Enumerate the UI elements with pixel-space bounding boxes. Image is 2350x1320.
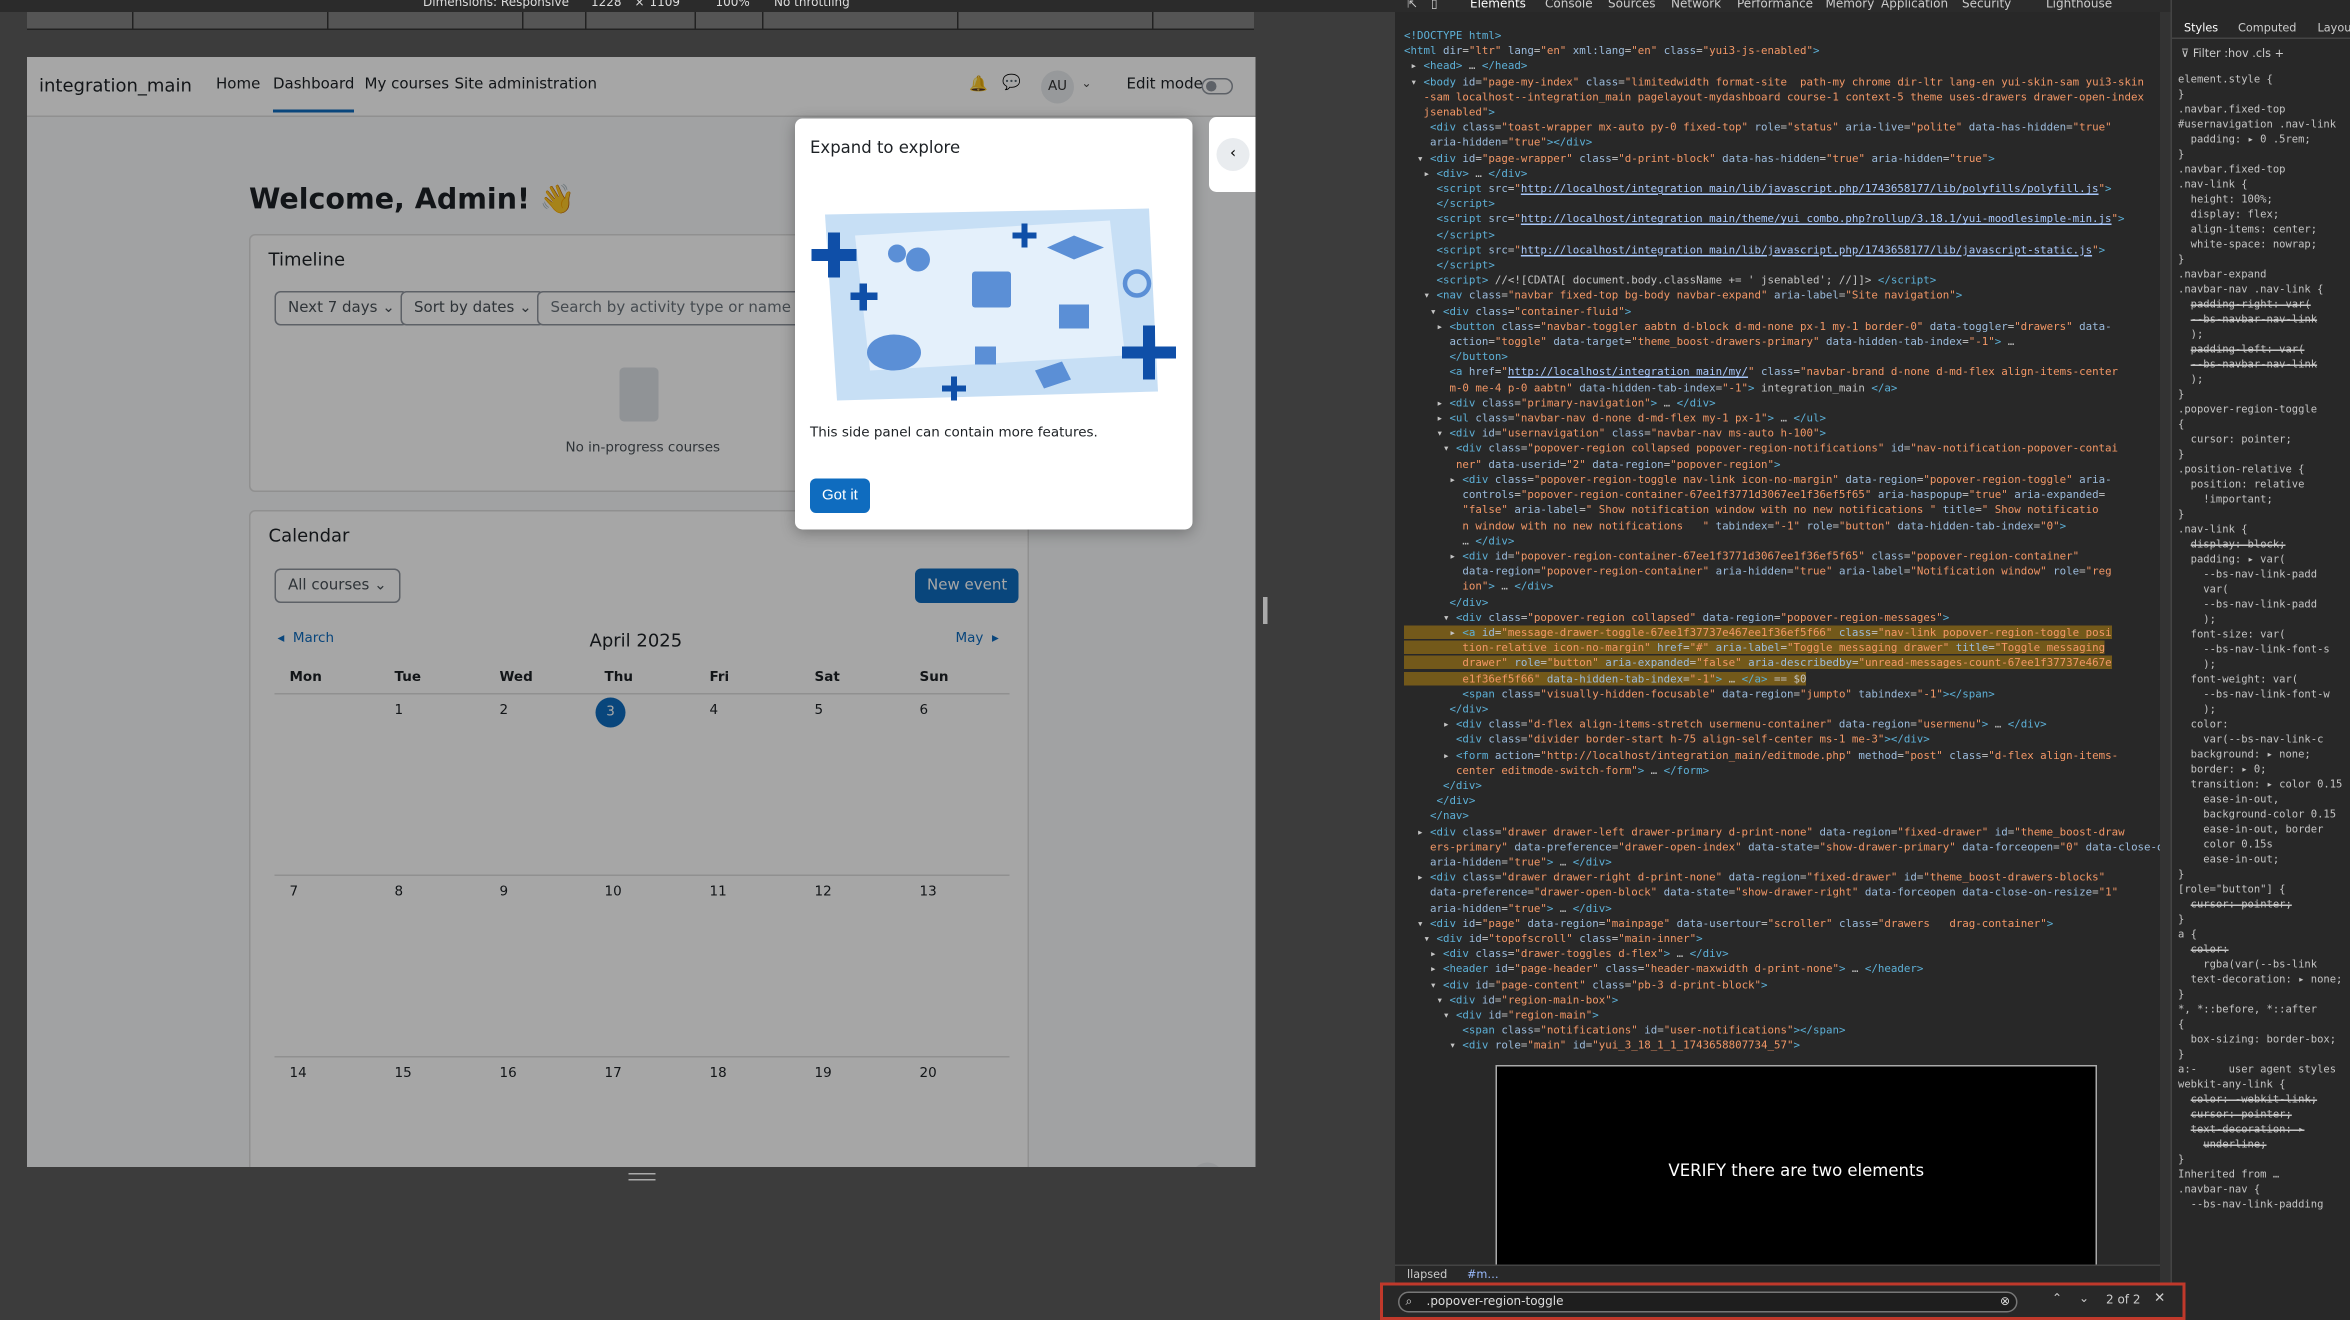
prev-match-icon[interactable]: ⌃ [2052, 1292, 2062, 1306]
tour-popover: Expand to explore This side panel can co… [795, 118, 1193, 530]
verify-overlay: VERIFY there are two elements [1495, 1065, 2097, 1275]
dom-tree: <!DOCTYPE html> <html dir="ltr" lang="en… [1404, 28, 2160, 1053]
popover-title: Expand to explore [810, 138, 961, 158]
tab-console[interactable]: Console [1545, 0, 1593, 11]
drawer-toggle[interactable]: ‹ [1209, 117, 1256, 192]
chevron-left-icon[interactable]: ‹ [1216, 138, 1250, 171]
inspect-icon[interactable]: ⇱ [1407, 0, 1417, 11]
explore-illustration [811, 208, 1176, 401]
dom-search-bar: ⌕ .popover-region-toggle ⊗ ⌃ ⌄ 2 of 2 ✕ [1380, 1282, 2186, 1320]
close-icon[interactable]: ✕ [2154, 1292, 2165, 1307]
tab-sources[interactable]: Sources [1608, 0, 1655, 11]
zoom-select[interactable]: 100% [716, 0, 750, 9]
dom-search-input[interactable]: ⌕ .popover-region-toggle ⊗ [1398, 1291, 2018, 1313]
resize-handle-bottom[interactable] [628, 1173, 656, 1181]
search-icon: ⌕ [1405, 1294, 1413, 1309]
tab-application[interactable]: Application [1881, 0, 1948, 11]
breadcrumb-item[interactable]: llapsed [1407, 1268, 1447, 1282]
css-rules: element.style { } .navbar.fixed-top #use… [2178, 73, 2343, 1211]
tab-computed[interactable]: Computed [2238, 21, 2296, 35]
ruler [27, 12, 1254, 30]
tab-elements[interactable]: Elements [1470, 0, 1526, 11]
throttle-select[interactable]: No throttling [774, 0, 850, 9]
resize-handle-right[interactable] [1263, 597, 1268, 624]
tab-security[interactable]: Security [1962, 0, 2011, 11]
dimensions-select[interactable]: Dimensions: Responsive [423, 0, 569, 9]
breadcrumb: llapsed #m… [1395, 1264, 2160, 1283]
height-input[interactable]: 1109 [650, 0, 681, 9]
styles-panel: Styles Computed Layou ⊽ Filter :hov .cls… [2170, 0, 2350, 1320]
next-match-icon[interactable]: ⌄ [2079, 1292, 2089, 1306]
match-count: 2 of 2 [2106, 1293, 2141, 1307]
styles-tabs: Styles Computed Layou [2172, 18, 2350, 39]
device-icon[interactable]: ▯ [1431, 0, 1438, 11]
got-it-button[interactable]: Got it [810, 478, 870, 513]
styles-filter-input[interactable]: ⊽ Filter :hov .cls + [2181, 47, 2284, 61]
width-input[interactable]: 1228 [591, 0, 622, 9]
popover-body: This side panel can contain more feature… [810, 426, 1098, 441]
clear-icon[interactable]: ⊗ [2000, 1293, 2010, 1311]
tab-styles[interactable]: Styles [2184, 21, 2218, 35]
breadcrumb-item[interactable]: #m… [1467, 1268, 1499, 1282]
device-toolbar: Dimensions: Responsive 1228 × 1109 100% … [0, 0, 1395, 12]
tab-network[interactable]: Network [1671, 0, 1721, 11]
tab-performance[interactable]: Performance [1737, 0, 1813, 11]
tab-layout[interactable]: Layou [2318, 21, 2350, 35]
tab-memory[interactable]: Memory [1826, 0, 1875, 11]
emulated-page: integration_main Home Dashboard My cours… [27, 57, 1256, 1167]
tab-lighthouse[interactable]: Lighthouse [2046, 0, 2112, 11]
